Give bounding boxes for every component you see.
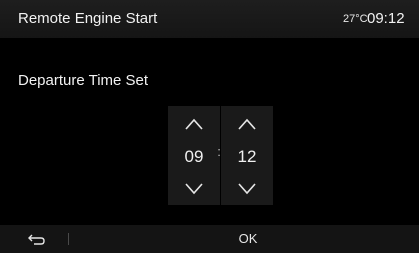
ok-button[interactable]: OK: [230, 228, 266, 250]
footer-divider: [68, 233, 69, 245]
minutes-down-button[interactable]: [221, 175, 273, 203]
hours-down-button[interactable]: [168, 175, 220, 203]
hours-value[interactable]: 09: [168, 144, 220, 170]
minutes-spinner: 12: [221, 106, 273, 205]
header-bar: Remote Engine Start 27°C 09:12: [0, 0, 419, 38]
chevron-up-icon: [238, 118, 256, 130]
hours-spinner: 09: [168, 106, 220, 205]
page-title: Remote Engine Start: [18, 10, 158, 27]
clock: 09:12: [367, 10, 405, 27]
outside-temperature: 27°C: [343, 13, 368, 25]
chevron-down-icon: [238, 183, 256, 195]
chevron-up-icon: [185, 118, 203, 130]
chevron-down-icon: [185, 183, 203, 195]
back-arrow-icon: [28, 234, 45, 245]
remote-engine-start-screen: Remote Engine Start 27°C 09:12 Departure…: [0, 0, 419, 253]
departure-time-label: Departure Time Set: [18, 72, 149, 89]
minutes-value[interactable]: 12: [221, 144, 273, 170]
back-button[interactable]: [20, 229, 54, 249]
hours-up-button[interactable]: [168, 110, 220, 138]
minutes-up-button[interactable]: [221, 110, 273, 138]
footer-bar: OK: [0, 225, 419, 253]
